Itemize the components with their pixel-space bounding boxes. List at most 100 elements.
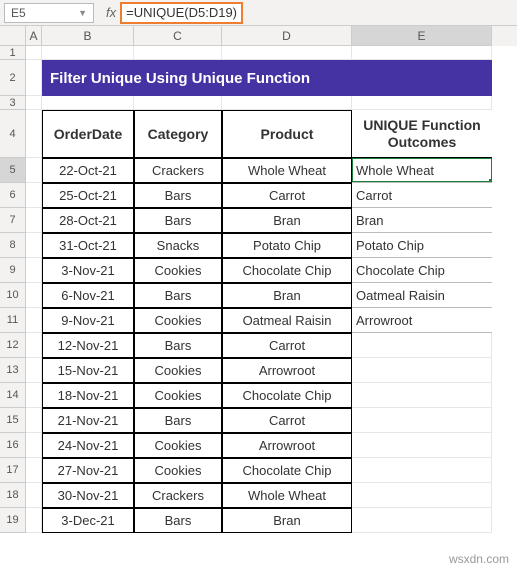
cell-category[interactable]: Bars bbox=[134, 508, 222, 533]
col-header-b[interactable]: B bbox=[42, 26, 134, 46]
cell-unique-out[interactable]: Bran bbox=[352, 208, 492, 233]
row-header[interactable]: 13 bbox=[0, 358, 26, 383]
cell-product[interactable]: Carrot bbox=[222, 333, 352, 358]
cell[interactable] bbox=[26, 483, 42, 508]
cell-product[interactable]: Bran bbox=[222, 283, 352, 308]
cell-orderdate[interactable]: 27-Nov-21 bbox=[42, 458, 134, 483]
row-header[interactable]: 10 bbox=[0, 283, 26, 308]
cell-product[interactable]: Chocolate Chip bbox=[222, 458, 352, 483]
header-product[interactable]: Product bbox=[222, 110, 352, 158]
cell-product[interactable]: Oatmeal Raisin bbox=[222, 308, 352, 333]
cell[interactable] bbox=[26, 158, 42, 183]
cell-orderdate[interactable]: 24-Nov-21 bbox=[42, 433, 134, 458]
cell[interactable] bbox=[352, 358, 492, 383]
fx-icon[interactable]: fx bbox=[98, 5, 120, 20]
cell-orderdate[interactable]: 15-Nov-21 bbox=[42, 358, 134, 383]
cell[interactable] bbox=[134, 46, 222, 60]
cell[interactable] bbox=[26, 46, 42, 60]
cell[interactable] bbox=[26, 110, 42, 158]
cell-orderdate[interactable]: 30-Nov-21 bbox=[42, 483, 134, 508]
cell-product[interactable]: Bran bbox=[222, 508, 352, 533]
cell-orderdate[interactable]: 25-Oct-21 bbox=[42, 183, 134, 208]
chevron-down-icon[interactable]: ▼ bbox=[78, 8, 87, 18]
cell-category[interactable]: Bars bbox=[134, 333, 222, 358]
cell-category[interactable]: Bars bbox=[134, 283, 222, 308]
cell-product[interactable]: Whole Wheat bbox=[222, 158, 352, 183]
cell-product[interactable]: Whole Wheat bbox=[222, 483, 352, 508]
cell[interactable] bbox=[134, 96, 222, 110]
cell-product[interactable]: Potato Chip bbox=[222, 233, 352, 258]
cell[interactable] bbox=[26, 283, 42, 308]
cell-product[interactable]: Carrot bbox=[222, 183, 352, 208]
cell[interactable] bbox=[26, 183, 42, 208]
cell-unique-out[interactable]: Potato Chip bbox=[352, 233, 492, 258]
row-header[interactable]: 2 bbox=[0, 60, 26, 96]
cell-category[interactable]: Cookies bbox=[134, 358, 222, 383]
row-header[interactable]: 11 bbox=[0, 308, 26, 333]
formula-input[interactable]: =UNIQUE(D5:D19) bbox=[126, 5, 237, 20]
cell[interactable] bbox=[26, 333, 42, 358]
row-header[interactable]: 15 bbox=[0, 408, 26, 433]
cell[interactable] bbox=[42, 96, 134, 110]
cell[interactable] bbox=[352, 433, 492, 458]
col-header-a[interactable]: A bbox=[26, 26, 42, 46]
cell-orderdate[interactable]: 3-Nov-21 bbox=[42, 258, 134, 283]
row-header[interactable]: 8 bbox=[0, 233, 26, 258]
row-header[interactable]: 6 bbox=[0, 183, 26, 208]
col-header-c[interactable]: C bbox=[134, 26, 222, 46]
cell-category[interactable]: Snacks bbox=[134, 233, 222, 258]
cell-product[interactable]: Chocolate Chip bbox=[222, 258, 352, 283]
cell-orderdate[interactable]: 22-Oct-21 bbox=[42, 158, 134, 183]
cell[interactable] bbox=[42, 46, 134, 60]
header-orderdate[interactable]: OrderDate bbox=[42, 110, 134, 158]
cell[interactable] bbox=[26, 383, 42, 408]
cell[interactable] bbox=[26, 308, 42, 333]
cell[interactable] bbox=[26, 458, 42, 483]
cell-category[interactable]: Bars bbox=[134, 183, 222, 208]
header-unique-out[interactable]: UNIQUE Function Outcomes bbox=[352, 110, 492, 158]
name-box[interactable]: E5 ▼ bbox=[4, 3, 94, 23]
cell[interactable] bbox=[26, 508, 42, 533]
cell-product[interactable]: Carrot bbox=[222, 408, 352, 433]
cell-orderdate[interactable]: 12-Nov-21 bbox=[42, 333, 134, 358]
banner-title[interactable]: Filter Unique Using Unique Function bbox=[42, 60, 492, 96]
row-header[interactable]: 3 bbox=[0, 96, 26, 110]
cell[interactable] bbox=[26, 358, 42, 383]
cell-product[interactable]: Arrowroot bbox=[222, 433, 352, 458]
row-header[interactable]: 12 bbox=[0, 333, 26, 358]
cell-category[interactable]: Crackers bbox=[134, 483, 222, 508]
cell-product[interactable]: Bran bbox=[222, 208, 352, 233]
cell-category[interactable]: Cookies bbox=[134, 383, 222, 408]
cell[interactable] bbox=[352, 333, 492, 358]
row-header[interactable]: 17 bbox=[0, 458, 26, 483]
cell-orderdate[interactable]: 3-Dec-21 bbox=[42, 508, 134, 533]
col-header-d[interactable]: D bbox=[222, 26, 352, 46]
cell[interactable] bbox=[352, 408, 492, 433]
row-header[interactable]: 18 bbox=[0, 483, 26, 508]
cell[interactable] bbox=[26, 60, 42, 96]
cell-unique-out[interactable]: Arrowroot bbox=[352, 308, 492, 333]
cell-unique-out[interactable]: Oatmeal Raisin bbox=[352, 283, 492, 308]
cell-orderdate[interactable]: 21-Nov-21 bbox=[42, 408, 134, 433]
cell-unique-out[interactable]: Whole Wheat bbox=[352, 158, 492, 183]
row-header[interactable]: 9 bbox=[0, 258, 26, 283]
row-header[interactable]: 14 bbox=[0, 383, 26, 408]
col-header-e[interactable]: E bbox=[352, 26, 492, 46]
cell-category[interactable]: Cookies bbox=[134, 458, 222, 483]
cell-orderdate[interactable]: 28-Oct-21 bbox=[42, 208, 134, 233]
cell-product[interactable]: Arrowroot bbox=[222, 358, 352, 383]
header-category[interactable]: Category bbox=[134, 110, 222, 158]
cell-category[interactable]: Bars bbox=[134, 408, 222, 433]
cell-category[interactable]: Bars bbox=[134, 208, 222, 233]
row-header[interactable]: 1 bbox=[0, 46, 26, 60]
cell[interactable] bbox=[352, 96, 492, 110]
cell-orderdate[interactable]: 31-Oct-21 bbox=[42, 233, 134, 258]
cell[interactable] bbox=[222, 46, 352, 60]
cell-unique-out[interactable]: Carrot bbox=[352, 183, 492, 208]
cell[interactable] bbox=[26, 208, 42, 233]
cell[interactable] bbox=[26, 233, 42, 258]
row-header[interactable]: 7 bbox=[0, 208, 26, 233]
cell[interactable] bbox=[352, 483, 492, 508]
row-header[interactable]: 16 bbox=[0, 433, 26, 458]
cell[interactable] bbox=[26, 408, 42, 433]
